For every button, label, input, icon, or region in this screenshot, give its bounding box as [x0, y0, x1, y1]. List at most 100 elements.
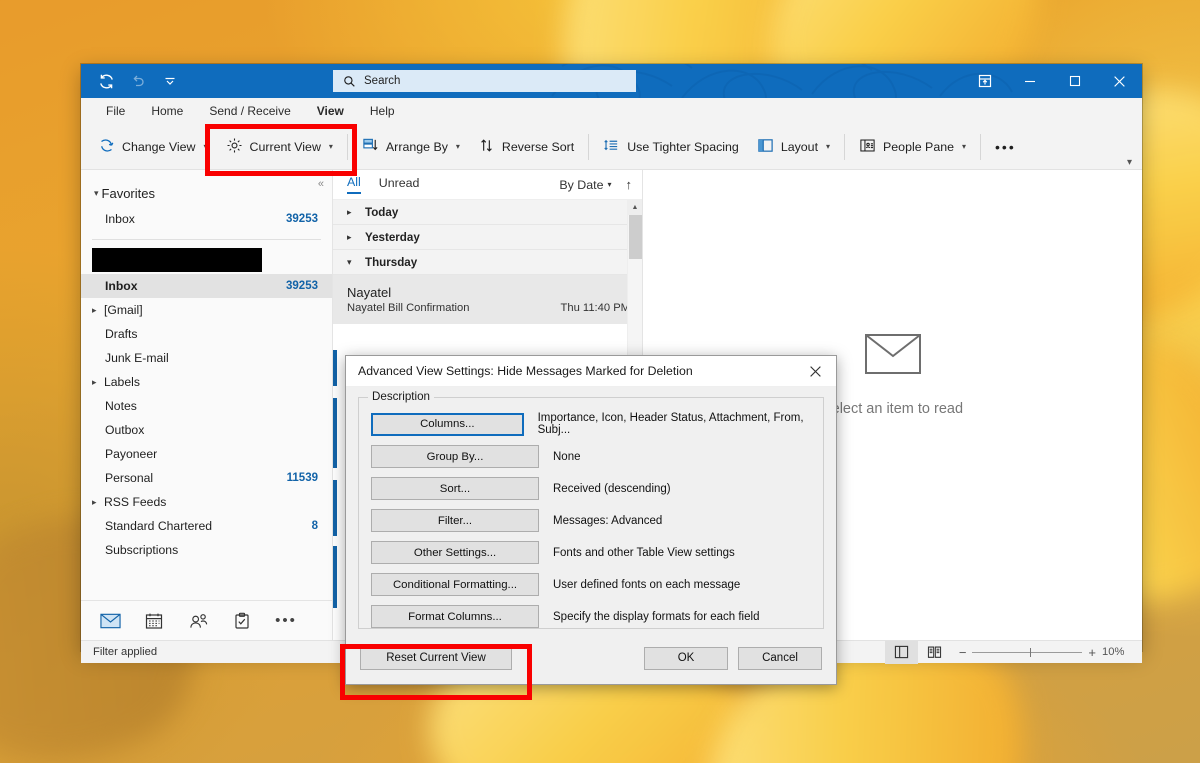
tab-help[interactable]: Help: [357, 98, 408, 124]
tab-file[interactable]: File: [93, 98, 138, 124]
zoom-in-button[interactable]: +: [1088, 645, 1096, 660]
cancel-button[interactable]: Cancel: [738, 647, 822, 670]
conditional-formatting-button[interactable]: Conditional Formatting...: [371, 573, 539, 596]
calendar-icon[interactable]: [143, 610, 165, 632]
dialog-body: Description Columns... Importance, Icon,…: [346, 387, 836, 629]
folder-item-drafts[interactable]: Drafts: [81, 322, 332, 346]
chevron-down-icon: ▾: [329, 142, 333, 151]
chevron-right-icon[interactable]: ▸: [92, 497, 104, 508]
reading-view-button[interactable]: [918, 641, 951, 664]
arrange-by-icon: [362, 137, 379, 157]
customize-quick-access-toolbar-icon[interactable]: [155, 67, 185, 95]
zoom-out-button[interactable]: −: [959, 645, 967, 660]
folder-item-subscriptions[interactable]: Subscriptions: [81, 538, 332, 562]
tab-send-receive[interactable]: Send / Receive: [196, 98, 303, 124]
more-commands-button[interactable]: •••: [986, 130, 1025, 164]
ribbon-separator: [980, 134, 981, 160]
ok-button[interactable]: OK: [644, 647, 728, 670]
folder-item-inbox[interactable]: Inbox 39253: [81, 274, 332, 298]
group-label: Today: [365, 206, 398, 219]
sort-button[interactable]: Sort...: [371, 477, 539, 500]
mail-icon[interactable]: [99, 610, 121, 632]
scrollbar-thumb[interactable]: [629, 215, 642, 259]
ribbon-separator: [844, 134, 845, 160]
close-button[interactable]: [1097, 64, 1142, 98]
chevron-right-icon[interactable]: ▸: [347, 207, 355, 218]
other-settings-value: Fonts and other Table View settings: [539, 547, 735, 559]
people-pane-button[interactable]: People Pane ▾: [850, 130, 975, 164]
folder-item-personal[interactable]: Personal 11539: [81, 466, 332, 490]
chevron-right-icon[interactable]: ▸: [347, 232, 355, 243]
folder-item-junk-email[interactable]: Junk E-mail: [81, 346, 332, 370]
current-view-button[interactable]: Current View ▾: [217, 130, 342, 164]
columns-button[interactable]: Columns...: [371, 413, 524, 436]
minimize-button[interactable]: [1007, 64, 1052, 98]
arrow-up-icon[interactable]: ↑: [626, 177, 633, 192]
message-group-today[interactable]: ▸ Today: [333, 200, 642, 225]
message-sender: Nayatel: [347, 285, 630, 300]
folder-label: Outbox: [105, 423, 318, 437]
sort-by-label: By Date: [559, 178, 603, 192]
group-by-value: None: [539, 451, 581, 463]
collapse-ribbon-button[interactable]: ▾: [1127, 157, 1132, 168]
folder-item-outbox[interactable]: Outbox: [81, 418, 332, 442]
people-icon[interactable]: [187, 610, 209, 632]
more-apps-icon[interactable]: •••: [275, 610, 297, 632]
normal-view-button[interactable]: [885, 641, 918, 664]
search-icon: [343, 75, 356, 88]
account-name-redacted: [92, 248, 262, 272]
folder-item-payoneer[interactable]: Payoneer: [81, 442, 332, 466]
scroll-up-button[interactable]: ▲: [628, 200, 642, 215]
zoom-slider[interactable]: [972, 652, 1082, 653]
filter-tab-unread[interactable]: Unread: [379, 176, 420, 193]
folder-pane-divider: [92, 239, 321, 240]
tasks-icon[interactable]: [231, 610, 253, 632]
tab-view[interactable]: View: [304, 98, 357, 124]
zoom-level-label[interactable]: 10%: [1102, 646, 1132, 658]
chevron-down-icon: ▾: [456, 142, 460, 151]
reset-current-view-button[interactable]: Reset Current View: [360, 647, 512, 670]
chevron-right-icon[interactable]: ▸: [92, 377, 104, 388]
group-by-button[interactable]: Group By...: [371, 445, 539, 468]
chevron-down-icon[interactable]: ▾: [347, 257, 355, 268]
folder-item-standard-chartered[interactable]: Standard Chartered 8: [81, 514, 332, 538]
format-columns-button[interactable]: Format Columns...: [371, 605, 539, 628]
dialog-row-group-by: Group By... None: [371, 445, 811, 468]
folder-count: 39253: [286, 280, 318, 292]
arrange-by-label: Arrange By: [386, 140, 448, 154]
title-bar: Search: [81, 64, 1142, 98]
chevron-right-icon[interactable]: ▸: [92, 305, 104, 316]
search-input[interactable]: Search: [333, 70, 636, 92]
undo-icon[interactable]: [123, 67, 153, 95]
format-columns-value: Specify the display formats for each fie…: [539, 611, 759, 623]
collapse-folder-pane-button[interactable]: «: [318, 178, 324, 190]
folder-item-notes[interactable]: Notes: [81, 394, 332, 418]
ribbon-display-options-icon[interactable]: [962, 64, 1007, 98]
other-settings-button[interactable]: Other Settings...: [371, 541, 539, 564]
reverse-sort-button[interactable]: Reverse Sort: [469, 130, 583, 164]
dialog-row-filter: Filter... Messages: Advanced: [371, 509, 811, 532]
close-icon[interactable]: [794, 356, 836, 387]
layout-button[interactable]: Layout ▾: [748, 130, 839, 164]
favorites-header[interactable]: ▾ Favorites: [81, 170, 332, 207]
arrange-by-button[interactable]: Arrange By ▾: [353, 130, 469, 164]
maximize-button[interactable]: [1052, 64, 1097, 98]
use-tighter-spacing-button[interactable]: Use Tighter Spacing: [594, 130, 748, 164]
message-list-item[interactable]: Nayatel Nayatel Bill Confirmation Thu 11…: [333, 275, 642, 324]
tab-home[interactable]: Home: [138, 98, 196, 124]
change-view-button[interactable]: Change View ▾: [89, 130, 217, 164]
folder-item-rss-feeds[interactable]: ▸ RSS Feeds: [81, 490, 332, 514]
message-group-yesterday[interactable]: ▸ Yesterday: [333, 225, 642, 250]
filter-button[interactable]: Filter...: [371, 509, 539, 532]
message-group-thursday[interactable]: ▾ Thursday: [333, 250, 642, 275]
folder-item-labels[interactable]: ▸ Labels: [81, 370, 332, 394]
folder-item-gmail[interactable]: ▸ [Gmail]: [81, 298, 332, 322]
favorite-item-inbox[interactable]: Inbox 39253: [81, 207, 332, 231]
dialog-footer: Reset Current View OK Cancel: [346, 632, 836, 684]
folder-label: RSS Feeds: [104, 495, 318, 509]
dialog-title: Advanced View Settings: Hide Messages Ma…: [358, 364, 693, 378]
sort-by-dropdown[interactable]: By Date ▾: [559, 178, 611, 192]
send-receive-all-icon[interactable]: [91, 67, 121, 95]
filter-tab-all[interactable]: All: [347, 175, 361, 194]
unread-indicator-bars: [333, 350, 337, 608]
